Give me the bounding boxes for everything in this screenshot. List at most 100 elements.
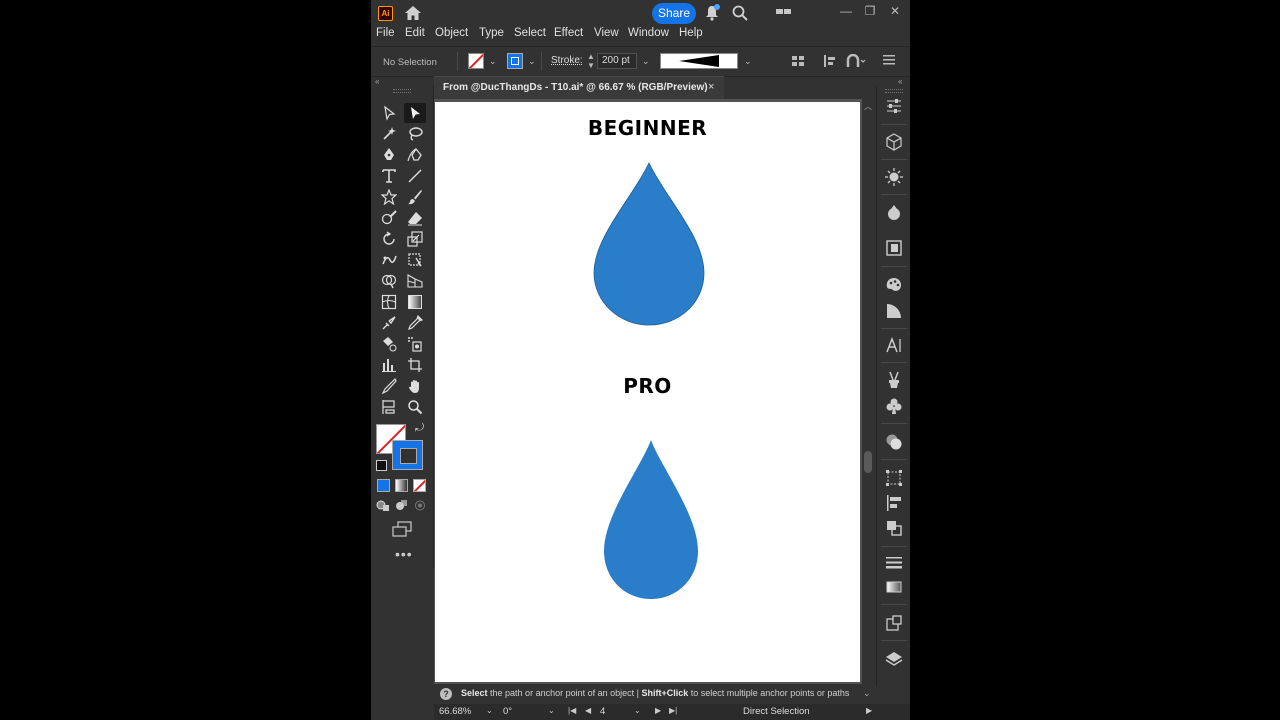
appearance-icon[interactable] (885, 433, 903, 451)
vertical-scrollbar[interactable]: ︿ ﹀ (862, 99, 874, 699)
draw-inside-icon[interactable] (413, 499, 427, 512)
selection-tool[interactable] (378, 103, 400, 123)
magnet-icon[interactable] (846, 54, 866, 68)
eraser-tool[interactable] (404, 208, 426, 228)
3d-cube-icon[interactable] (885, 133, 903, 151)
export-asset-icon[interactable] (885, 614, 903, 632)
recolor-icon[interactable] (885, 204, 903, 222)
pen-tool[interactable] (378, 145, 400, 165)
scale-tool[interactable] (404, 229, 426, 249)
variable-width-profile[interactable] (660, 53, 738, 69)
direct-selection-tool[interactable] (404, 103, 426, 123)
type-tool[interactable] (378, 166, 400, 186)
slice-tool[interactable] (378, 376, 400, 396)
swap-fill-stroke-icon[interactable]: ⤾ (415, 422, 424, 435)
scrollbar-thumb[interactable] (864, 451, 872, 473)
chevron-down-icon[interactable]: ⌄ (489, 56, 497, 67)
artboard[interactable]: BEGINNER PRO (435, 102, 860, 682)
minimize-icon[interactable]: — (837, 3, 855, 19)
chevron-down-icon[interactable]: ⌄ (548, 706, 555, 715)
brushes-icon[interactable] (885, 371, 903, 389)
chevron-down-icon[interactable]: ⌄ (528, 56, 536, 67)
pathfinder-icon[interactable] (885, 519, 903, 537)
zoom-level-field[interactable]: 66.68% (439, 706, 483, 718)
zoom-tool[interactable] (404, 397, 426, 417)
color-palette-icon[interactable] (885, 276, 903, 294)
menu-effect[interactable]: Effect (554, 27, 583, 39)
document-tab[interactable]: From @DucThangDs - T10.ai* @ 66.67 % (RG… (434, 76, 724, 99)
symbols-club-icon[interactable] (885, 397, 903, 415)
perspective-grid-tool[interactable] (404, 271, 426, 291)
current-tool-status[interactable]: Direct Selection (743, 706, 810, 718)
home-icon[interactable] (404, 5, 422, 21)
beginner-heading[interactable]: BEGINNER (435, 116, 860, 140)
close-document-icon[interactable]: × (708, 81, 714, 93)
status-menu-icon[interactable]: ▶ (866, 706, 872, 715)
draw-normal-icon[interactable] (376, 499, 390, 512)
blend-tool[interactable] (378, 313, 400, 333)
gradient-mode-icon[interactable] (395, 479, 408, 492)
distribute-icon[interactable] (823, 54, 837, 68)
menu-view[interactable]: View (594, 27, 619, 39)
column-graph-tool[interactable] (378, 355, 400, 375)
color-guide-icon[interactable] (885, 302, 903, 320)
search-icon[interactable] (732, 5, 748, 21)
gradient-tool[interactable] (404, 292, 426, 312)
close-icon[interactable]: ✕ (886, 3, 904, 19)
menu-file[interactable]: File (376, 27, 395, 39)
eyedropper-tool[interactable] (404, 313, 426, 333)
shaper-tool[interactable] (378, 208, 400, 228)
sun-effects-icon[interactable] (885, 168, 903, 186)
panel-grip[interactable] (885, 89, 903, 93)
scroll-up-icon[interactable]: ︿ (864, 101, 872, 112)
align-icon[interactable] (791, 54, 805, 68)
mesh-tool[interactable] (378, 292, 400, 312)
previous-artboard-icon[interactable]: ◀ (585, 706, 591, 715)
live-paint-tool[interactable] (378, 334, 400, 354)
print-tiling-tool[interactable] (378, 397, 400, 417)
next-artboard-icon[interactable]: ▶ (655, 706, 661, 715)
line-segment-tool[interactable] (404, 166, 426, 186)
pro-drop-shape[interactable] (603, 439, 699, 601)
collapse-right-icon[interactable]: « (898, 77, 902, 86)
restore-icon[interactable]: ❐ (861, 3, 879, 19)
beginner-drop-shape[interactable] (593, 162, 706, 327)
lasso-tool[interactable] (404, 124, 426, 144)
curvature-tool[interactable] (404, 145, 426, 165)
fill-swatch[interactable] (468, 53, 484, 69)
color-mode-icon[interactable] (377, 479, 390, 492)
paintbrush-tool[interactable] (404, 187, 426, 207)
panel-grip[interactable] (393, 89, 411, 93)
none-mode-icon[interactable] (413, 479, 426, 492)
chevron-down-icon[interactable]: ⌄ (486, 706, 493, 715)
help-question-icon[interactable]: ? (440, 688, 452, 700)
menu-object[interactable]: Object (435, 27, 468, 39)
collapse-left-icon[interactable]: « (375, 77, 379, 86)
properties-sliders-icon[interactable] (885, 97, 903, 115)
menu-window[interactable]: Window (628, 27, 669, 39)
menu-select[interactable]: Select (514, 27, 546, 39)
chevron-down-icon[interactable]: ⌄ (634, 706, 641, 715)
artboard-number-field[interactable]: 4 (600, 706, 630, 718)
stroke-lines-icon[interactable] (885, 553, 903, 571)
layers-icon[interactable] (885, 650, 903, 668)
gradient-panel-icon[interactable] (885, 578, 903, 596)
hand-tool[interactable] (404, 376, 426, 396)
star-tool[interactable] (378, 187, 400, 207)
libraries-icon[interactable] (885, 239, 903, 257)
more-tools-icon[interactable]: ••• (395, 546, 413, 562)
artboard-tool[interactable] (404, 355, 426, 375)
menu-type[interactable]: Type (479, 27, 504, 39)
stroke-stepper-icon[interactable]: ▲ ▼ (587, 52, 595, 70)
free-transform-tool[interactable] (404, 250, 426, 270)
puppet-warp-tool[interactable] (378, 250, 400, 270)
stroke-weight-input[interactable]: 200 pt (597, 53, 637, 69)
chevron-down-icon[interactable]: ⌄ (744, 56, 752, 67)
stroke-color-swatch[interactable] (392, 440, 423, 470)
rotate-tool[interactable] (378, 229, 400, 249)
align-left-icon[interactable] (885, 494, 903, 512)
arrange-documents-icon[interactable] (776, 8, 792, 16)
draw-behind-icon[interactable] (395, 499, 409, 512)
menu-edit[interactable]: Edit (405, 27, 425, 39)
share-button[interactable]: Share (652, 3, 696, 24)
